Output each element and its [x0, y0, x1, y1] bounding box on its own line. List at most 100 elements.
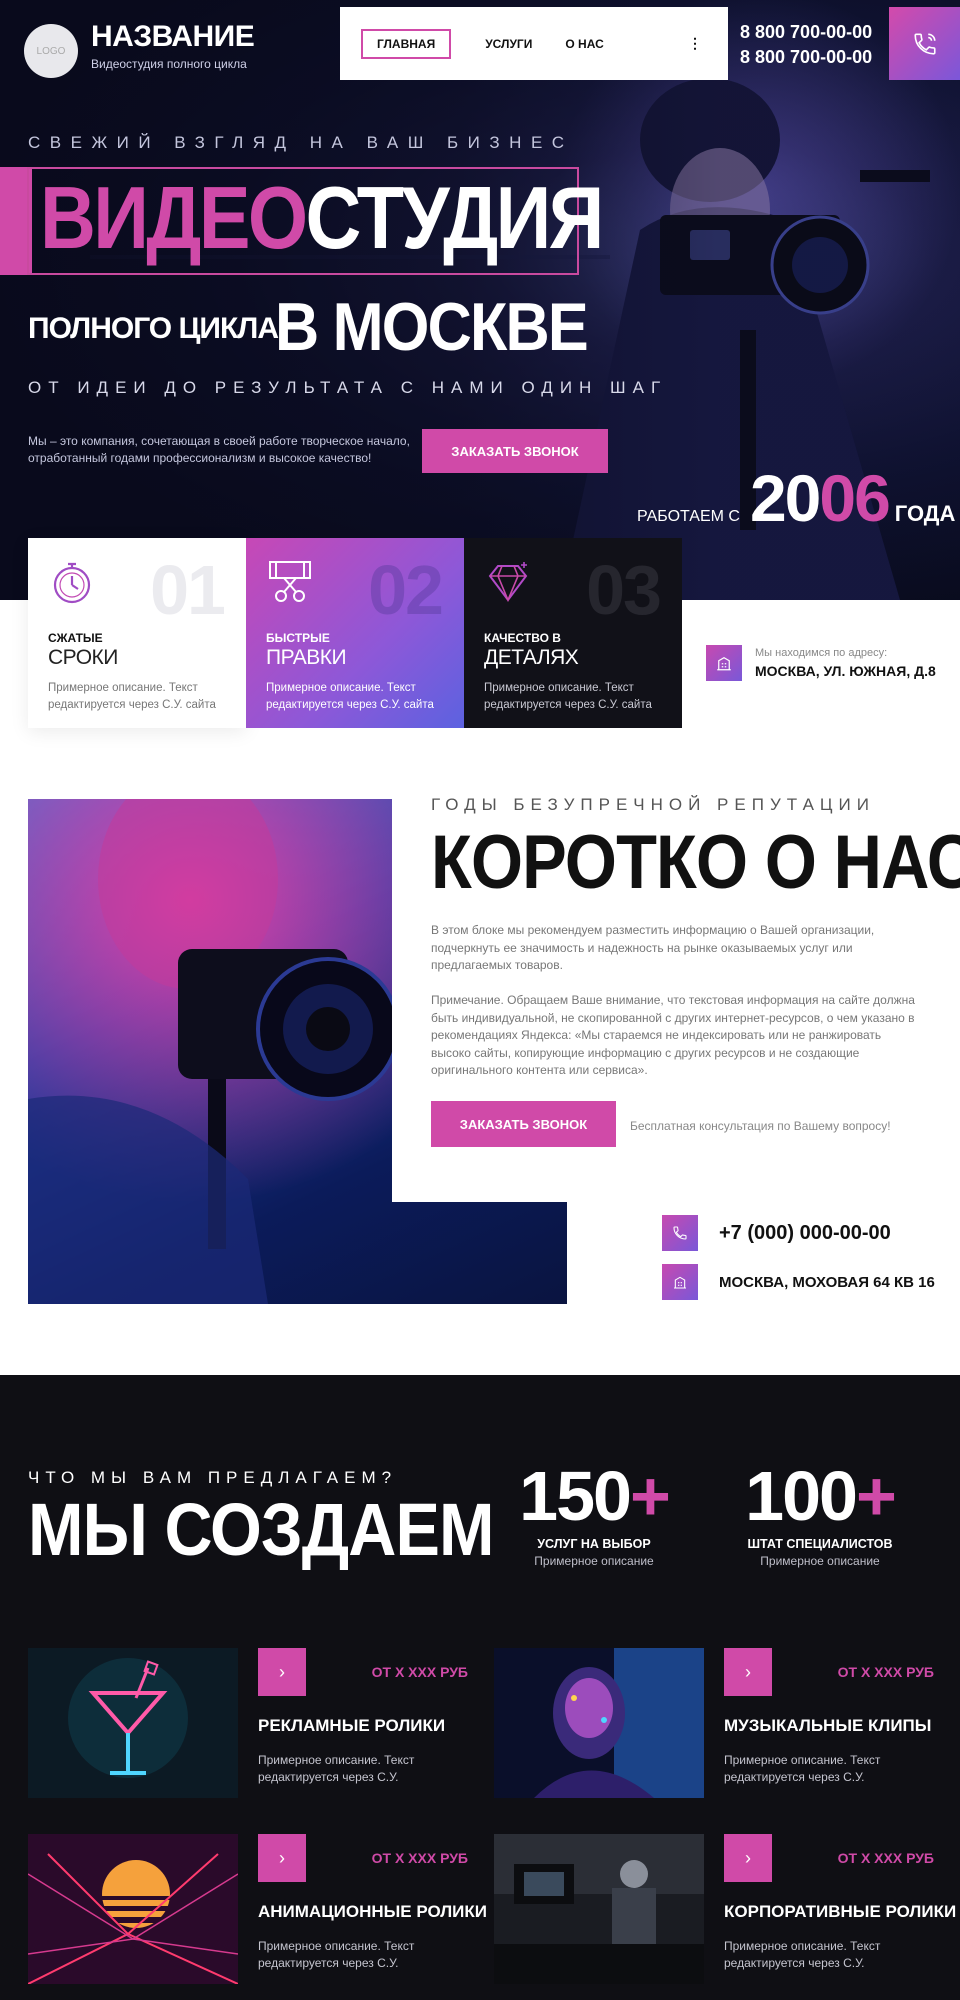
diamond-icon [488, 562, 528, 603]
stat-number: 150+ [514, 1457, 674, 1535]
feature-number: 03 [586, 551, 662, 629]
hero-sub-tagline: ОТ ИДЕИ ДО РЕЗУЛЬТАТА С НАМИ ОДИН ШАГ [28, 378, 668, 397]
feature-card-3: 03 КАЧЕСТВО В ДЕТАЛЯХ Примерное описание… [464, 538, 682, 728]
feature-description: Примерное описание. Текст редактируется … [484, 682, 652, 711]
brand: НАЗВАНИЕ Видеостудия полного цикла [91, 20, 255, 72]
chevron-right-icon[interactable]: › [258, 1834, 306, 1882]
nav-item-about[interactable]: О НАС [565, 32, 603, 56]
feature-title-1: КАЧЕСТВО В [484, 631, 561, 645]
service-price: ОТ Х ХХХ РУБ [371, 1664, 468, 1680]
since-label: РАБОТАЕМ С [637, 508, 740, 525]
about-title: КОРОТКО О НАС [431, 820, 960, 905]
service-description: Примерное описание. Текст редактируется … [724, 1753, 881, 1784]
services-title: МЫ СОЗДАЕМ [28, 1488, 494, 1571]
contact-phone-value[interactable]: +7 (000) 000-00-00 [719, 1222, 891, 1245]
stat-plus: + [855, 1457, 897, 1535]
phone-1[interactable]: 8 800 700-00-00 [740, 20, 872, 45]
since-year: 2006 [750, 461, 891, 535]
service-card-image [494, 1648, 704, 1798]
contact-address-value: МОСКВА, МОХОВАЯ 64 КВ 16 [719, 1273, 935, 1291]
contact-address: МОСКВА, МОХОВАЯ 64 КВ 16 [662, 1264, 935, 1300]
nav-item-home[interactable]: ГЛАВНАЯ [361, 28, 452, 59]
stat-label: УСЛУГ НА ВЫБОР [537, 1537, 651, 1551]
chevron-right-icon[interactable]: › [258, 1648, 306, 1696]
about-callback-button[interactable]: ЗАКАЗАТЬ ЗВОНОК [431, 1101, 616, 1147]
film-scissors-icon [269, 561, 311, 602]
hero-subtitle-left: ПОЛНОГО ЦИКЛА [28, 312, 279, 345]
building-icon [706, 645, 742, 681]
retro-sun-icon [28, 1834, 238, 1984]
call-button[interactable] [889, 7, 960, 80]
feature-number: 02 [368, 551, 444, 629]
brand-subtitle: Видеостудия полного цикла [91, 57, 247, 71]
service-title: КОРПОРАТИВНЫЕ РОЛИКИ [724, 1902, 957, 1921]
service-card-ads[interactable]: › ОТ Х ХХХ РУБ РЕКЛАМНЫЕ РОЛИКИ Примерно… [28, 1648, 468, 1798]
address-label: Мы находимся по адресу: [755, 647, 888, 659]
phone-2[interactable]: 8 800 700-00-00 [740, 45, 872, 70]
since-suffix: ГОДА [894, 501, 956, 526]
service-card-image [494, 1834, 704, 1984]
stat-services: 150+ УСЛУГ НА ВЫБОР Примерное описание [514, 1457, 674, 1568]
stat-plus: + [629, 1457, 671, 1535]
stat-specialists: 100+ ШТАТ СПЕЦИАЛИСТОВ Примерное описани… [740, 1457, 900, 1568]
feature-number: 01 [150, 551, 226, 629]
about-tagline: ГОДЫ БЕЗУПРЕЧНОЙ РЕПУТАЦИИ [431, 795, 875, 814]
year-pink: 06 [819, 461, 890, 535]
consultation-note: Бесплатная консультация по Вашему вопрос… [630, 1119, 891, 1133]
service-description: Примерное описание. Текст редактируется … [258, 1939, 415, 1970]
header-phones: 8 800 700-00-00 8 800 700-00-00 [740, 20, 872, 70]
service-card-music[interactable]: › ОТ Х ХХХ РУБ МУЗЫКАЛЬНЫЕ КЛИПЫ Примерн… [494, 1648, 934, 1798]
address-text: Мы находимся по адресу: МОСКВА, УЛ. ЮЖНА… [755, 647, 936, 679]
cocktail-neon-icon [28, 1648, 238, 1798]
building-icon [662, 1264, 698, 1300]
service-title: РЕКЛАМНЫЕ РОЛИКИ [258, 1716, 446, 1735]
feature-card-1: 01 СЖАТЫЕ СРОКИ Примерное описание. Текс… [28, 538, 246, 728]
service-title: МУЗЫКАЛЬНЫЕ КЛИПЫ [724, 1716, 932, 1735]
features-row: 01 СЖАТЫЕ СРОКИ Примерное описание. Текс… [28, 538, 682, 728]
logo[interactable]: LOGO [24, 24, 78, 78]
stopwatch-icon [53, 562, 91, 604]
stat-description: Примерное описание [760, 1554, 880, 1568]
brand-name: НАЗВАНИЕ [91, 20, 255, 53]
about-paragraph-1: В этом блоке мы рекомендуем разместить и… [431, 923, 875, 972]
service-card-corporate[interactable]: › ОТ Х ХХХ РУБ КОРПОРАТИВНЫЕ РОЛИКИ Прим… [494, 1834, 956, 1984]
chevron-right-icon[interactable]: › [724, 1834, 772, 1882]
service-description: Примерное описание. Текст редактируется … [258, 1753, 415, 1784]
service-price: ОТ Х ХХХ РУБ [371, 1850, 468, 1866]
feature-title-2: СРОКИ [48, 646, 118, 669]
hero-title-pink: ВИДЕО [40, 168, 308, 267]
stat-label: ШТАТ СПЕЦИАЛИСТОВ [747, 1537, 893, 1551]
address-block: Мы находимся по адресу: МОСКВА, УЛ. ЮЖНА… [706, 645, 936, 681]
service-description: Примерное описание. Текст редактируется … [724, 1939, 881, 1970]
service-card-image [28, 1648, 238, 1798]
hero-tagline: СВЕЖИЙ ВЗГЛЯД НА ВАШ БИЗНЕС [28, 133, 574, 152]
film-crew-icon [494, 1834, 704, 1984]
service-price: ОТ Х ХХХ РУБ [837, 1664, 934, 1680]
since-year-block: РАБОТАЕМ С 2006 ГОДА [637, 463, 955, 533]
about-paragraph-2: Примечание. Обращаем Ваше внимание, что … [431, 993, 915, 1077]
feature-description: Примерное описание. Текст редактируется … [266, 682, 434, 711]
feature-title-1: БЫСТРЫЕ [266, 631, 330, 645]
services-tagline: ЧТО МЫ ВАМ ПРЕДЛАГАЕМ? [28, 1468, 398, 1487]
nav-item-services[interactable]: УСЛУГИ [485, 32, 532, 56]
feature-card-2: 02 БЫСТРЫЕ ПРАВКИ Примерное описание. Те… [246, 538, 464, 728]
service-title: АНИМАЦИОННЫЕ РОЛИКИ [258, 1902, 487, 1921]
service-card-image [28, 1834, 238, 1984]
phone-icon [662, 1215, 698, 1251]
phone-icon [913, 32, 936, 55]
chevron-right-icon[interactable]: › [724, 1648, 772, 1696]
nav-more-icon[interactable]: ⋮ [688, 35, 702, 52]
stat-number: 100+ [740, 1457, 900, 1535]
neon-portrait-icon [494, 1648, 704, 1798]
address-value: МОСКВА, УЛ. ЮЖНАЯ, Д.8 [755, 663, 936, 679]
hero-title-white: СТУДИЯ [305, 168, 604, 267]
main-nav: ГЛАВНАЯ УСЛУГИ О НАС ⋮ [340, 7, 728, 80]
hero-callback-button[interactable]: ЗАКАЗАТЬ ЗВОНОК [422, 429, 608, 473]
stat-value: 150 [519, 1457, 632, 1535]
stat-description: Примерное описание [534, 1554, 654, 1568]
feature-title-1: СЖАТЫЕ [48, 631, 103, 645]
service-price: ОТ Х ХХХ РУБ [837, 1850, 934, 1866]
contact-phone: +7 (000) 000-00-00 [662, 1215, 891, 1251]
service-card-animation[interactable]: › ОТ Х ХХХ РУБ АНИМАЦИОННЫЕ РОЛИКИ Приме… [28, 1834, 487, 1984]
feature-description: Примерное описание. Текст редактируется … [48, 682, 216, 711]
